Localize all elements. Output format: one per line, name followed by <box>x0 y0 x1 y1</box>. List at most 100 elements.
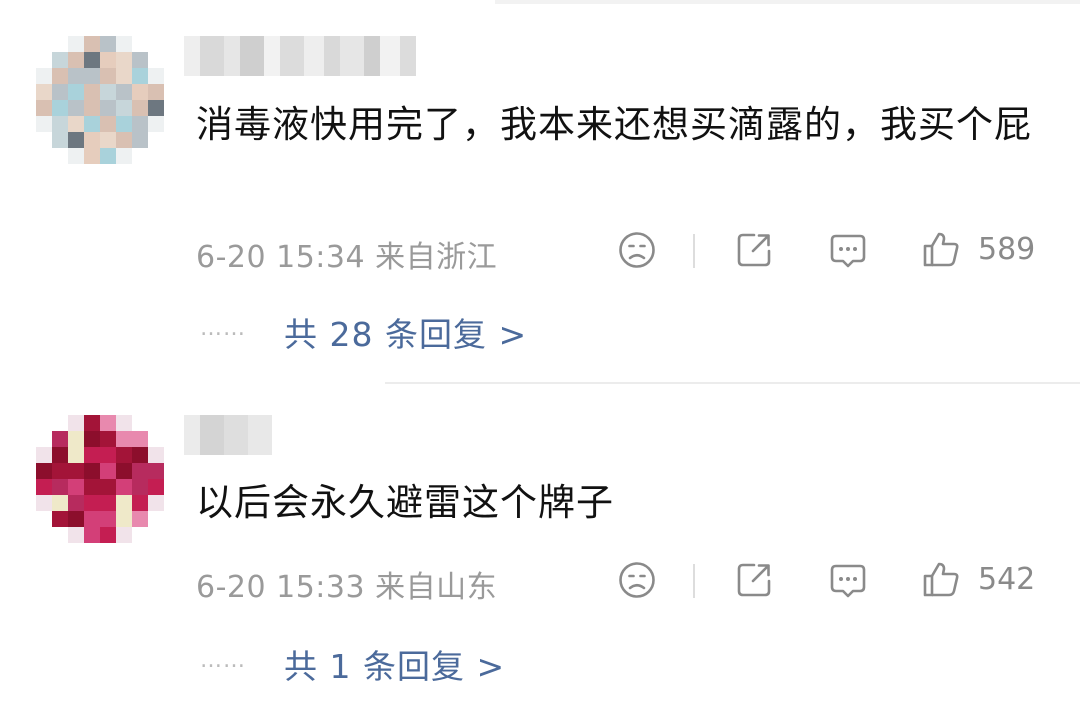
mosaic-pixel <box>100 527 116 543</box>
action-separator <box>693 234 695 268</box>
mosaic-pixel <box>36 132 52 148</box>
mosaic-pixel <box>148 527 164 543</box>
mosaic-pixel <box>224 36 240 76</box>
mosaic-pixel <box>132 511 148 527</box>
mosaic-pixel <box>84 100 100 116</box>
mosaic-pixel <box>36 463 52 479</box>
thumbs-up-icon[interactable] <box>921 229 961 269</box>
comment-icon[interactable] <box>828 560 868 600</box>
mosaic-pixel <box>84 52 100 68</box>
mosaic-pixel <box>36 116 52 132</box>
mosaic-pixel <box>116 447 132 463</box>
comment-location: 来自山东 <box>375 570 498 605</box>
mosaic-pixel <box>304 36 324 76</box>
mosaic-pixel <box>100 116 116 132</box>
comment-meta: 6-20 15:34 来自浙江 <box>196 232 497 276</box>
mosaic-pixel <box>84 36 100 52</box>
dislike-face-icon[interactable] <box>617 230 657 270</box>
mosaic-pixel <box>132 100 148 116</box>
view-replies-link[interactable]: 共 1 条回复 > <box>284 640 505 688</box>
mosaic-pixel <box>68 463 84 479</box>
mosaic-pixel <box>36 511 52 527</box>
mosaic-pixel <box>148 447 164 463</box>
mosaic-pixel <box>36 84 52 100</box>
mosaic-pixel <box>364 36 380 76</box>
mosaic-pixel <box>148 84 164 100</box>
mosaic-pixel <box>84 495 100 511</box>
mosaic-pixel <box>132 431 148 447</box>
mosaic-pixel <box>116 527 132 543</box>
thumbs-up-icon[interactable] <box>921 559 961 599</box>
comment-item: 消毒液快用完了，我本来还想买滴露的，我买个屁 6-20 15:34 来自浙江 5… <box>0 0 1080 383</box>
share-icon[interactable] <box>734 560 774 600</box>
mosaic-pixel <box>52 52 68 68</box>
username-blurred[interactable] <box>184 415 272 455</box>
mosaic-pixel <box>132 495 148 511</box>
username-blurred[interactable] <box>184 36 416 76</box>
mosaic-pixel <box>52 463 68 479</box>
mosaic-pixel <box>148 495 164 511</box>
mosaic-pixel <box>148 132 164 148</box>
mosaic-pixel <box>132 68 148 84</box>
share-icon[interactable] <box>734 230 774 270</box>
mosaic-pixel <box>52 511 68 527</box>
mosaic-pixel <box>68 68 84 84</box>
mosaic-pixel <box>132 116 148 132</box>
mosaic-pixel <box>148 36 164 52</box>
mosaic-pixel <box>116 148 132 164</box>
mosaic-pixel <box>116 479 132 495</box>
mosaic-pixel <box>100 52 116 68</box>
mosaic-pixel <box>132 463 148 479</box>
mosaic-pixel <box>52 36 68 52</box>
mosaic-pixel <box>148 68 164 84</box>
mosaic-pixel <box>84 463 100 479</box>
mosaic-pixel <box>68 431 84 447</box>
mosaic-pixel <box>148 415 164 431</box>
mosaic-pixel <box>148 431 164 447</box>
mosaic-pixel <box>52 415 68 431</box>
comment-text: 以后会永久避雷这个牌子 <box>196 481 614 524</box>
mosaic-pixel <box>68 84 84 100</box>
mosaic-pixel <box>36 148 52 164</box>
reply-dots: …… <box>200 648 246 673</box>
mosaic-pixel <box>84 116 100 132</box>
mosaic-pixel <box>84 132 100 148</box>
comment-icon[interactable] <box>828 230 868 270</box>
mosaic-pixel <box>36 36 52 52</box>
mosaic-pixel <box>36 527 52 543</box>
mosaic-pixel <box>68 495 84 511</box>
user-avatar[interactable] <box>36 415 164 543</box>
like-count: 542 <box>978 562 1036 597</box>
mosaic-pixel <box>68 527 84 543</box>
comment-time: 6-20 15:34 <box>196 240 366 275</box>
mosaic-pixel <box>116 415 132 431</box>
user-avatar[interactable] <box>36 36 164 164</box>
mosaic-pixel <box>36 52 52 68</box>
mosaic-pixel <box>148 479 164 495</box>
mosaic-pixel <box>100 511 116 527</box>
dislike-face-icon[interactable] <box>617 560 657 600</box>
comment-meta: 6-20 15:33 来自山东 <box>196 562 497 606</box>
mosaic-pixel <box>184 415 200 455</box>
mosaic-pixel <box>52 431 68 447</box>
view-replies-link[interactable]: 共 28 条回复 > <box>284 308 527 356</box>
mosaic-pixel <box>84 415 100 431</box>
mosaic-pixel <box>52 116 68 132</box>
mosaic-pixel <box>52 100 68 116</box>
mosaic-pixel <box>52 132 68 148</box>
mosaic-pixel <box>52 495 68 511</box>
mosaic-pixel <box>116 100 132 116</box>
mosaic-pixel <box>84 84 100 100</box>
mosaic-pixel <box>200 415 224 455</box>
mosaic-pixel <box>200 36 224 76</box>
mosaic-pixel <box>68 447 84 463</box>
mosaic-pixel <box>36 68 52 84</box>
mosaic-pixel <box>68 100 84 116</box>
mosaic-pixel <box>68 132 84 148</box>
mosaic-pixel <box>84 511 100 527</box>
mosaic-pixel <box>84 527 100 543</box>
mosaic-pixel <box>132 52 148 68</box>
comment-location: 来自浙江 <box>375 240 498 275</box>
mosaic-pixel <box>116 132 132 148</box>
mosaic-pixel <box>116 68 132 84</box>
